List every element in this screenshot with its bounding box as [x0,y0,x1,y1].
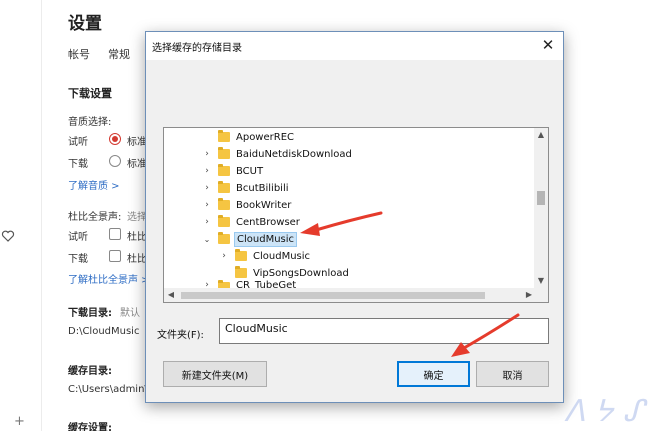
learn-dolby-link[interactable]: 了解杜比全景声 > [68,271,150,286]
page-title: 设置 [68,14,102,34]
dolby-listen-label: 试听 [68,232,88,243]
tree-item[interactable]: › BCUT [202,163,265,179]
watermark-logo: ᐱ ᔭ ᔑ [564,394,644,429]
scroll-down-icon[interactable]: ▼ [534,274,548,288]
chevron-right-icon[interactable]: › [202,217,212,227]
left-rail: + [0,0,42,431]
heart-icon[interactable] [1,229,15,243]
dolby-listen-checkbox[interactable] [109,228,121,240]
tree-item-label: CloudMusic [253,250,311,262]
tree-item-label: BCUT [236,165,264,177]
download-value: 标准 [127,159,147,170]
download-label: 下载 [68,159,88,170]
folder-icon [218,130,230,142]
tree-item-selected[interactable]: ⌄ CloudMusic [202,231,298,247]
learn-quality-link[interactable]: 了解音质 > [68,177,120,192]
cache-dir-path: C:\Users\admin\A [68,384,155,395]
tab-general[interactable]: 常规 [108,46,130,62]
tree-item-label: BookWriter [236,199,292,211]
tree-item[interactable]: VipSongsDownload [219,265,351,281]
chevron-right-icon[interactable]: › [202,166,212,176]
folder-tree[interactable]: ApowerREC › BaiduNetdiskDownload › BCUT … [163,127,549,303]
tree-item[interactable]: › BookWriter [202,197,293,213]
tree-item-label: CentBrowser [236,216,300,228]
download-dir-label: 下载目录: [68,308,112,319]
tree-item[interactable]: › BcutBilibili [202,180,291,196]
folder-icon [218,215,230,227]
cache-settings-label: 缓存设置: [68,423,112,431]
close-icon[interactable]: ✕ [539,36,557,54]
dolby-download-value: 杜比 [127,254,147,265]
cache-dir-label: 缓存目录: [68,366,112,377]
ok-button[interactable]: 确定 [397,361,470,387]
dolby-download-checkbox[interactable] [109,250,121,262]
tree-item-label: CloudMusic [234,231,298,247]
dolby-listen-value: 杜比 [127,232,147,243]
dialog-titlebar: 选择缓存的存储目录 ✕ [146,32,563,60]
horizontal-scrollbar[interactable]: ◀ ▶ [164,288,548,302]
folder-icon [218,198,230,210]
tree-item[interactable]: › CentBrowser [202,214,302,230]
folder-name-input[interactable]: CloudMusic [219,318,549,344]
dolby-download-label: 下载 [68,254,88,265]
tree-item[interactable]: › CloudMusic [219,248,312,264]
folder-field-label: 文件夹(F): [157,330,204,341]
download-radio[interactable] [109,155,121,167]
vertical-scrollbar[interactable]: ▲ ▼ [534,128,548,288]
listen-value: 标准 [127,137,147,148]
chevron-down-icon[interactable]: ⌄ [202,235,212,244]
chevron-right-icon[interactable]: › [202,183,212,193]
cancel-button[interactable]: 取消 [476,361,549,387]
dialog-title: 选择缓存的存储目录 [152,43,242,54]
tree-item-label: BcutBilibili [236,182,289,194]
folder-icon [235,249,247,261]
chevron-right-icon[interactable]: › [219,251,229,261]
new-folder-button[interactable]: 新建文件夹(M) [163,361,267,387]
plus-icon[interactable]: + [14,414,25,429]
tree-item-label: VipSongsDownload [253,267,349,279]
horizontal-scroll-thumb[interactable] [181,292,485,299]
folder-icon [218,181,230,193]
tree-item-label: ApowerREC [236,131,294,143]
listen-label: 试听 [68,137,88,148]
dolby-label: 杜比全景声: [68,212,122,223]
folder-icon [235,266,247,278]
quality-label: 音质选择: [68,117,112,128]
download-section-title: 下载设置 [68,87,112,100]
dolby-hint: 选择 [127,212,147,223]
tree-item[interactable]: ApowerREC [202,129,296,145]
folder-icon [218,232,230,244]
vertical-scroll-thumb[interactable] [537,191,545,205]
tree-item-label: BaiduNetdiskDownload [236,148,352,160]
folder-icon [218,164,230,176]
chevron-right-icon[interactable]: › [202,149,212,159]
download-dir-path: D:\CloudMusic [68,326,140,337]
tree-item[interactable]: › BaiduNetdiskDownload [202,146,354,162]
listen-radio[interactable] [109,133,121,145]
chevron-right-icon[interactable]: › [202,200,212,210]
tab-account[interactable]: 帐号 [68,46,90,62]
scroll-right-icon[interactable]: ▶ [522,288,536,302]
scroll-up-icon[interactable]: ▲ [534,128,548,142]
select-folder-dialog: 选择缓存的存储目录 ✕ ApowerREC › BaiduNetdiskDown… [145,31,564,403]
download-dir-hint: 默认 [120,308,140,319]
folder-icon [218,147,230,159]
scroll-left-icon[interactable]: ◀ [164,288,178,302]
